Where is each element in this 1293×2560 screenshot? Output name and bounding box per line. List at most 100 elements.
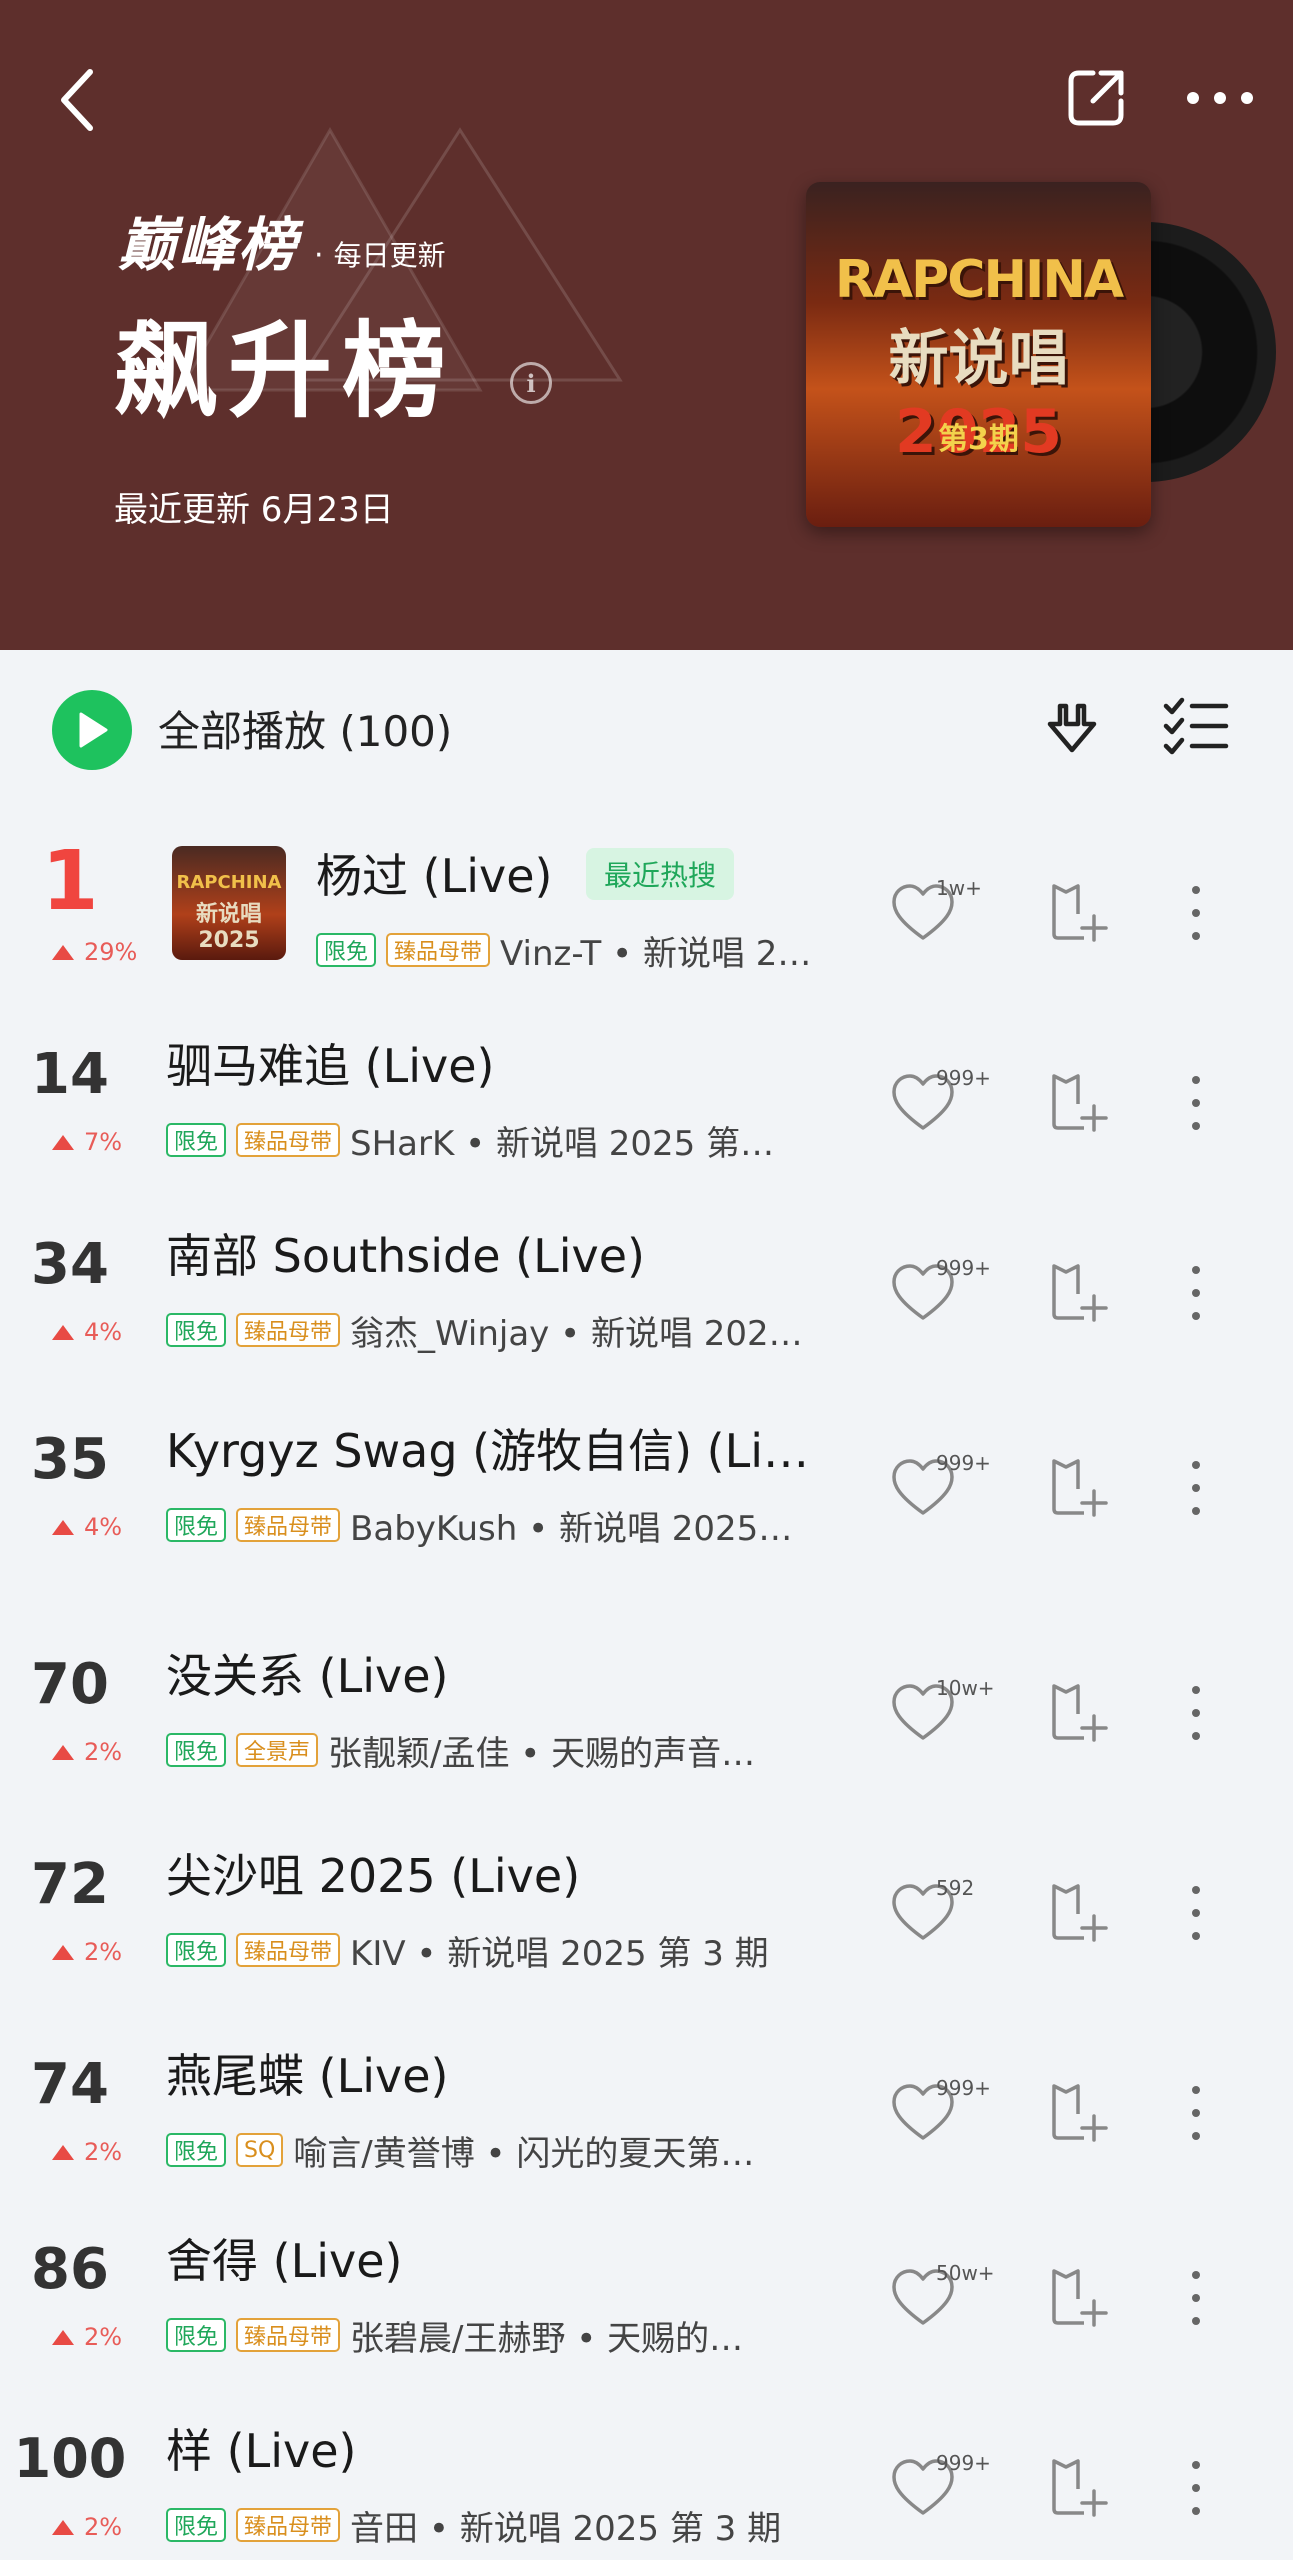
rank-change-value: 2% [84, 1938, 123, 1966]
download-icon[interactable] [1040, 694, 1104, 758]
trend-up-icon [52, 1745, 74, 1760]
free-badge: 限免 [166, 1313, 227, 1347]
dot [1192, 2132, 1200, 2140]
artist-album[interactable]: 音田 • 新说唱 2025 第 3 期 [350, 2501, 781, 2550]
cover-logo-text: RAPCHINA [834, 250, 1124, 310]
song-more-icon[interactable] [1176, 1678, 1216, 1748]
multi-select-icon[interactable] [1162, 694, 1230, 758]
add-to-playlist-icon[interactable] [1050, 880, 1110, 944]
song-rank: 1 [41, 834, 99, 929]
song-more-icon[interactable] [1176, 1068, 1216, 1138]
play-all-button[interactable] [52, 690, 132, 770]
artist-album[interactable]: SHarK • 新说唱 2025 第… [350, 1116, 774, 1165]
artist-album[interactable]: 张碧晨/王赫野 • 天赐的… [350, 2311, 743, 2360]
dot [1192, 1507, 1200, 1515]
artist-album[interactable]: 喻言/黄誉博 • 闪光的夏天第… [293, 2126, 754, 2175]
song-title[interactable]: 驷马难追 (Live) [166, 1030, 494, 1096]
free-badge: 限免 [316, 933, 377, 967]
info-icon[interactable]: i [510, 362, 552, 404]
song-cover[interactable]: RAPCHINA 新说唱2025 [172, 846, 286, 960]
song-row[interactable]: 72 2% 尖沙咀 2025 (Live) 限免 臻品母带 KIV • 新说唱 2025 … [0, 1820, 1293, 2010]
song-row[interactable]: 14 7% 驷马难追 (Live) 限免 臻品母带 SHarK • 新说唱 2025 第…… [0, 1010, 1293, 1200]
quality-badge: 臻品母带 [236, 2318, 341, 2352]
song-rank: 100 [13, 2427, 127, 2490]
add-to-playlist-icon[interactable] [1050, 2455, 1110, 2519]
song-more-icon[interactable] [1176, 1878, 1216, 1948]
add-to-playlist-icon[interactable] [1050, 1070, 1110, 1134]
add-to-playlist-icon[interactable] [1050, 1455, 1110, 1519]
like-count: 999+ [936, 2076, 991, 2100]
more-options-button[interactable] [1180, 62, 1260, 134]
artist-album[interactable]: 张靓颖/孟佳 • 天赐的声音… [328, 1726, 755, 1775]
song-list-panel: 全部播放 (100) 1 29% RAPCHINA 新说唱2025 杨过 (Live) 最… [0, 650, 1293, 2560]
rank-change: 2% [52, 2513, 122, 2541]
add-to-playlist-icon[interactable] [1050, 2080, 1110, 2144]
play-all-bar: 全部播放 (100) [0, 650, 1293, 800]
dot [1192, 1709, 1200, 1717]
song-more-icon[interactable] [1176, 1258, 1216, 1328]
add-to-playlist-icon[interactable] [1050, 1680, 1110, 1744]
like-count: 999+ [936, 1256, 991, 1280]
song-meta: 限免 臻品母带 Vinz-T • 新说唱 2… [316, 926, 870, 975]
song-row[interactable]: 100 2% 样 (Live) 限免 臻品母带 音田 • 新说唱 2025 第 3 期 99… [0, 2395, 1293, 2560]
song-more-icon[interactable] [1176, 878, 1216, 948]
song-more-icon[interactable] [1176, 2453, 1216, 2523]
song-row[interactable]: 34 4% 南部 Southside (Live) 限免 臻品母带 翁杰_Winjay •… [0, 1200, 1293, 1390]
rank-change: 2% [52, 1938, 122, 1966]
quality-badge: 臻品母带 [236, 1933, 341, 1967]
brand-subtitle: 每日更新 [333, 239, 446, 272]
chart-header: 巅峰榜 · 每日更新 飙升榜 i 最近更新 6月23日 RAPCHINA 新说唱… [0, 0, 1293, 650]
song-row[interactable]: 86 2% 舍得 (Live) 限免 臻品母带 张碧晨/王赫野 • 天赐的… 50w+ [0, 2205, 1293, 2395]
song-title[interactable]: 燕尾蝶 (Live) [166, 2040, 448, 2106]
quality-badge: 臻品母带 [236, 2508, 341, 2542]
dot [1192, 909, 1200, 917]
dot [1192, 1461, 1200, 1469]
song-row[interactable]: 74 2% 燕尾蝶 (Live) 限免 SQ 喻言/黄誉博 • 闪光的夏天第… 999+ [0, 2020, 1293, 2210]
dot [1192, 2086, 1200, 2094]
play-all-label[interactable]: 全部播放 (100) [158, 698, 452, 759]
cover-episode: 第3期 [938, 422, 1019, 457]
add-to-playlist-icon[interactable] [1050, 1880, 1110, 1944]
dot [1192, 1484, 1200, 1492]
song-cover-logo: RAPCHINA [176, 872, 282, 893]
dot [1192, 1099, 1200, 1107]
dot [1192, 1312, 1200, 1320]
artist-album[interactable]: BabyKush • 新说唱 2025… [350, 1501, 792, 1550]
song-meta: 限免 臻品母带 BabyKush • 新说唱 2025… [166, 1501, 870, 1550]
artist-album[interactable]: Vinz-T • 新说唱 2… [500, 926, 811, 975]
song-meta: 限免 全景声 张靓颖/孟佳 • 天赐的声音… [166, 1726, 870, 1775]
song-row[interactable]: 1 29% RAPCHINA 新说唱2025 杨过 (Live) 最近热搜 限免 臻品母带 Vi… [0, 820, 1293, 1010]
dot [1192, 1732, 1200, 1740]
song-title[interactable]: Kyrgyz Swag (游牧自信) (Li… [166, 1415, 809, 1481]
song-cover-title: 新说唱2025 [195, 902, 262, 953]
song-rank: 34 [31, 1232, 109, 1297]
song-title[interactable]: 尖沙咀 2025 (Live) [166, 1840, 580, 1906]
free-badge: 限免 [166, 1508, 227, 1542]
dot [1192, 2109, 1200, 2117]
free-badge: 限免 [166, 2133, 227, 2167]
add-to-playlist-icon[interactable] [1050, 1260, 1110, 1324]
quality-badge: 臻品母带 [236, 1123, 341, 1157]
song-title[interactable]: 杨过 (Live) [316, 840, 552, 906]
quality-badge: 臻品母带 [236, 1508, 341, 1542]
song-title[interactable]: 舍得 (Live) [166, 2225, 402, 2291]
song-title[interactable]: 样 (Live) [166, 2415, 356, 2481]
rank-change-value: 4% [84, 1318, 123, 1346]
song-more-icon[interactable] [1176, 2263, 1216, 2333]
share-button[interactable] [1060, 62, 1132, 134]
song-row[interactable]: 35 4% Kyrgyz Swag (游牧自信) (Li… 限免 臻品母带 BabyKus… [0, 1395, 1293, 1585]
song-row[interactable]: 70 2% 没关系 (Live) 限免 全景声 张靓颖/孟佳 • 天赐的声音… 10w+ [0, 1620, 1293, 1810]
dot [1192, 2507, 1200, 2515]
artist-album[interactable]: 翁杰_Winjay • 新说唱 202… [350, 1306, 803, 1355]
song-more-icon[interactable] [1176, 2078, 1216, 2148]
chart-title: 飙升榜 [114, 310, 457, 432]
song-title[interactable]: 南部 Southside (Live) [166, 1220, 645, 1286]
add-to-playlist-icon[interactable] [1050, 2265, 1110, 2329]
rank-change: 7% [52, 1128, 122, 1156]
like-count: 10w+ [936, 1676, 995, 1700]
artist-album[interactable]: KIV • 新说唱 2025 第 3 期 [350, 1926, 769, 1975]
song-more-icon[interactable] [1176, 1453, 1216, 1523]
back-button[interactable] [48, 60, 108, 140]
song-title[interactable]: 没关系 (Live) [166, 1640, 448, 1706]
chart-cover[interactable]: RAPCHINA 新说唱2025 第3期 [806, 182, 1276, 527]
